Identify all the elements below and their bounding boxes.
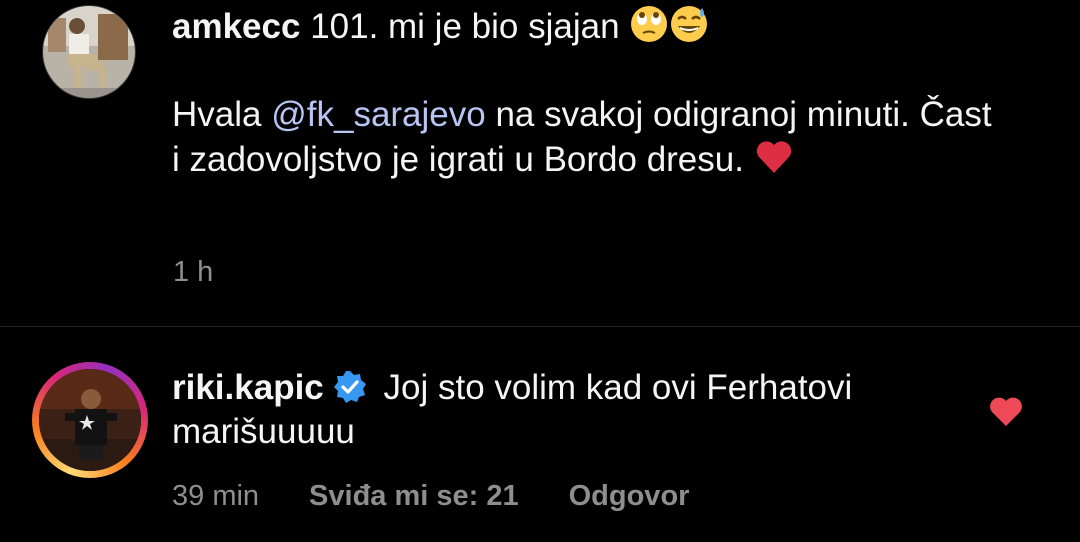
- comment-username[interactable]: amkecc: [172, 7, 300, 46]
- avatar-story-ring[interactable]: [32, 362, 148, 478]
- red-heart-emoji: [756, 141, 791, 173]
- comment-username[interactable]: riki.kapic: [172, 368, 324, 407]
- divider: [0, 326, 1080, 327]
- heart-icon[interactable]: [988, 396, 1024, 428]
- likes-count-button[interactable]: Sviđa mi se: 21: [309, 480, 519, 513]
- comment-timestamp: 1 h: [173, 256, 214, 288]
- face-with-rolling-eyes-emoji: [631, 6, 668, 42]
- avatar-photo: [43, 6, 135, 98]
- comment-line: 101. mi je bio sjajan: [310, 7, 620, 46]
- avatar[interactable]: [39, 369, 141, 471]
- avatar-photo: [39, 369, 141, 471]
- comment-text: riki.kapic Joj sto volim kad ovi Ferhato…: [172, 366, 962, 454]
- verified-badge-icon: [333, 371, 366, 403]
- mention-link[interactable]: @fk_sarajevo: [271, 95, 486, 134]
- comment-timestamp: 39 min: [172, 480, 260, 512]
- comment-meta-row: 39 min Sviđa mi se: 21 Odgovor: [172, 480, 689, 513]
- comment-text: amkecc 101. mi je bio sjajan Hvala @fk_s…: [172, 4, 992, 182]
- reply-button[interactable]: Odgovor: [569, 480, 690, 513]
- avatar[interactable]: [42, 5, 136, 99]
- comment-paragraph: Hvala @fk_sarajevo na svakoj odigranoj m…: [172, 95, 1002, 179]
- grinning-face-with-sweat-emoji: [671, 6, 708, 42]
